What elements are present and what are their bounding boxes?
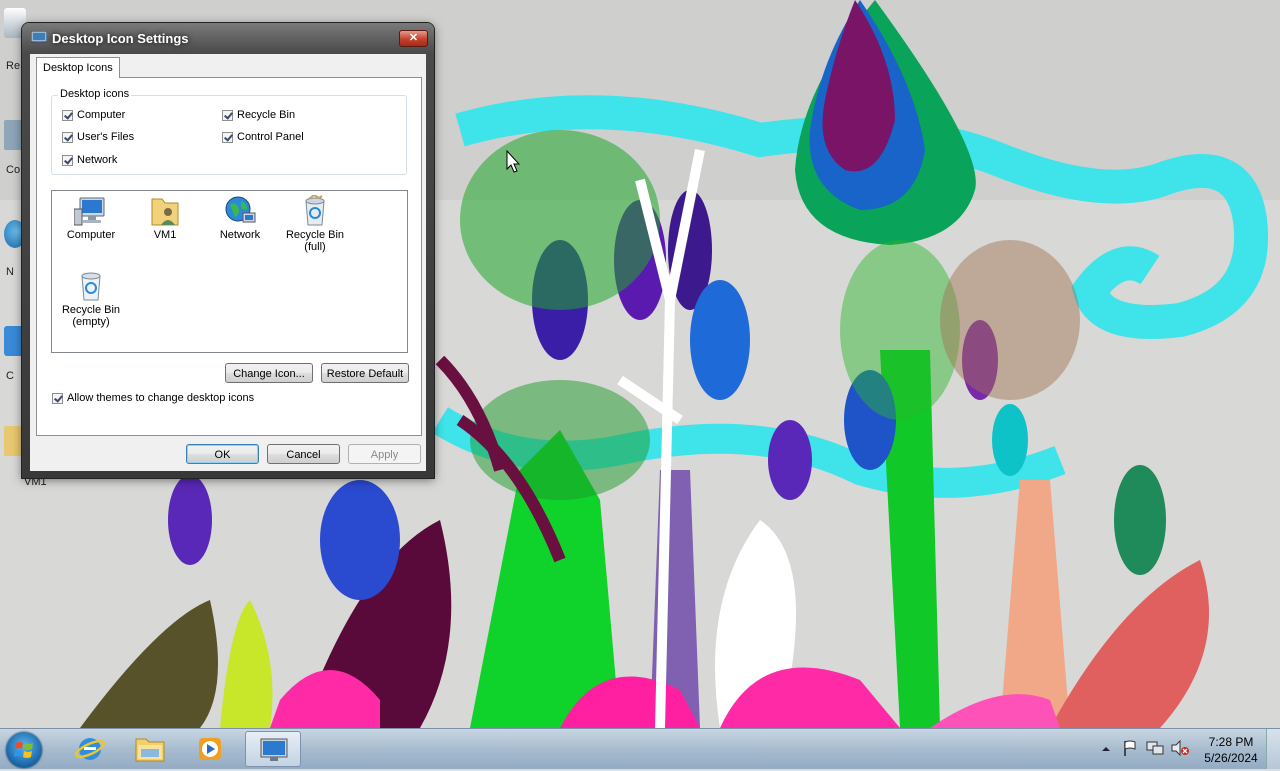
checkbox-computer[interactable]: Computer (62, 109, 125, 121)
icon-label: Recycle Bin (empty) (61, 304, 121, 328)
tab-desktop-icons[interactable]: Desktop Icons (36, 57, 120, 78)
checkbox-label: Recycle Bin (237, 109, 296, 121)
taskbar: 7:28 PM 5/26/2024 (0, 728, 1280, 769)
restore-default-button[interactable]: Restore Default (321, 363, 409, 383)
change-icon-button[interactable]: Change Icon... (225, 363, 313, 383)
checkbox-allow-themes[interactable]: Allow themes to change desktop icons (52, 392, 254, 404)
icon-label: Recycle Bin (full) (285, 229, 345, 253)
desktop-icon-label: C (6, 370, 14, 382)
windows-explorer-icon (135, 738, 165, 762)
user-folder-icon (151, 198, 179, 226)
taskbar-media-player[interactable] (182, 731, 238, 767)
checkbox-checked-icon[interactable] (222, 109, 233, 121)
icon-item-computer[interactable]: Computer (52, 195, 130, 241)
taskbar-windows-explorer[interactable] (122, 731, 178, 767)
checkbox-network[interactable]: Network (62, 154, 117, 166)
start-orb-icon (14, 742, 33, 758)
checkbox-label: Network (77, 154, 118, 166)
checkbox-label: Control Panel (237, 131, 304, 143)
icon-item-recycle-bin-empty[interactable]: Recycle Bin (empty) (52, 270, 130, 328)
checkbox-recycle-bin[interactable]: Recycle Bin (222, 109, 295, 121)
dialog-client-area: Desktop Icons Desktop icons Computer Rec… (30, 54, 426, 471)
ok-button[interactable]: OK (186, 444, 259, 464)
media-player-icon (199, 738, 221, 760)
icon-label: Computer (66, 229, 116, 241)
apply-button[interactable]: Apply (348, 444, 421, 464)
taskbar-internet-explorer[interactable] (62, 731, 118, 767)
taskbar-desktop-icon-settings[interactable] (245, 731, 301, 767)
clock-date: 5/26/2024 (1204, 751, 1258, 765)
checkbox-label: Allow themes to change desktop icons (67, 392, 255, 404)
title-bar[interactable]: Desktop Icon Settings ✕ (22, 23, 434, 53)
checkbox-checked-icon[interactable] (52, 392, 63, 404)
checkbox-checked-icon[interactable] (222, 131, 233, 143)
group-label: Desktop icons (58, 88, 132, 100)
clock[interactable]: 7:28 PM 5/26/2024 (1196, 734, 1266, 766)
checkbox-label: User's Files (77, 131, 135, 143)
network-icon[interactable] (1146, 739, 1164, 757)
desktop-settings-icon (31, 31, 47, 45)
icon-item-network[interactable]: Network (201, 195, 279, 241)
desktop-icon-label: N (6, 266, 14, 278)
checkbox-checked-icon[interactable] (62, 131, 73, 143)
cancel-button[interactable]: Cancel (267, 444, 340, 464)
icon-item-vm1[interactable]: VM1 (126, 195, 204, 241)
start-button[interactable] (6, 732, 42, 768)
checkbox-users-files[interactable]: User's Files (62, 131, 134, 143)
recycle-bin-full-icon (305, 195, 325, 226)
show-hidden-icons-icon[interactable] (1100, 743, 1112, 755)
tab-panel: Desktop icons Computer Recycle Bin User'… (36, 77, 422, 436)
checkbox-checked-icon[interactable] (62, 154, 73, 166)
desktop-icon-label: Co (6, 164, 21, 176)
icon-item-recycle-bin-full[interactable]: Recycle Bin (full) (276, 195, 354, 253)
checkbox-control-panel[interactable]: Control Panel (222, 131, 304, 143)
checkbox-label: Computer (77, 109, 126, 121)
dialog-title: Desktop Icon Settings (52, 31, 189, 46)
network-icon (225, 196, 256, 223)
volume-muted-icon[interactable] (1170, 739, 1190, 757)
desktop-icon-label: Re (6, 60, 21, 72)
desktop-icon-settings-dialog[interactable]: Desktop Icon Settings ✕ Desktop Icons De… (22, 23, 434, 478)
internet-explorer-icon (74, 738, 106, 760)
checkbox-checked-icon[interactable] (62, 109, 73, 121)
clock-time: 7:28 PM (1208, 735, 1254, 749)
close-icon: ✕ (408, 32, 419, 44)
action-center-flag-icon[interactable] (1122, 739, 1138, 757)
close-button[interactable]: ✕ (399, 30, 428, 47)
icon-label: VM1 (153, 229, 177, 241)
desktop-icon-settings-icon (260, 738, 288, 761)
icon-label: Network (219, 229, 261, 241)
recycle-bin-empty-icon (81, 272, 101, 301)
computer-icon (74, 197, 105, 226)
icon-list[interactable]: Computer VM1 Network Recycle Bin (full) … (51, 190, 408, 353)
show-desktop-button[interactable] (1266, 729, 1280, 769)
desktop-icons-group: Desktop icons Computer Recycle Bin User'… (51, 88, 407, 175)
mouse-cursor-icon (506, 150, 520, 173)
